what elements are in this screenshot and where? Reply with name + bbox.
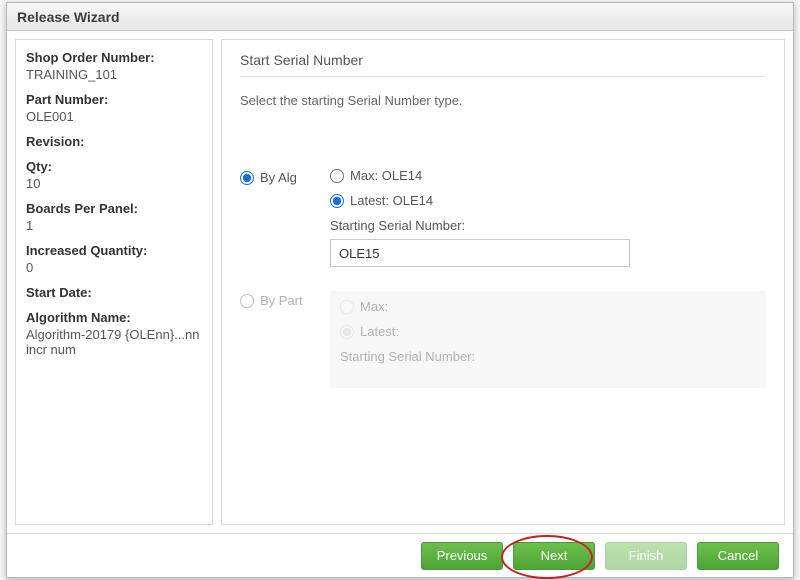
shop-order-number-value: TRAINING_101 <box>26 67 117 82</box>
by-part-radio[interactable] <box>240 294 254 308</box>
step-description: Select the starting Serial Number type. <box>240 93 766 108</box>
release-wizard-dialog: Release Wizard Shop Order Number: TRAINI… <box>6 2 794 578</box>
cancel-button[interactable]: Cancel <box>697 542 779 570</box>
option-by-part-row: By Part Max: Latest: Starting Serial Num… <box>240 291 766 388</box>
by-alg-label: By Alg <box>260 170 297 185</box>
alg-starting-serial-input[interactable] <box>330 239 630 267</box>
part-latest-radio <box>340 325 354 339</box>
option-by-alg-row: By Alg Max: OLE14 Latest: OLE14 Starting… <box>240 168 766 267</box>
algorithm-name-value: Algorithm-20179 {OLEnn}...nn incr num <box>26 327 199 357</box>
alg-max-label: Max: OLE14 <box>350 168 422 183</box>
boards-per-panel-value: 1 <box>26 218 33 233</box>
next-button[interactable]: Next <box>513 542 595 570</box>
by-part-label: By Part <box>260 293 303 308</box>
algorithm-name-label: Algorithm Name: <box>26 310 202 325</box>
step-title: Start Serial Number <box>240 52 766 77</box>
alg-max-radio[interactable] <box>330 169 344 183</box>
dialog-title: Release Wizard <box>7 3 793 31</box>
qty-value: 10 <box>26 176 40 191</box>
part-starting-label: Starting Serial Number: <box>340 349 756 364</box>
part-max-label: Max: <box>360 299 388 314</box>
shop-order-number-label: Shop Order Number: <box>26 50 202 65</box>
revision-label: Revision: <box>26 134 202 149</box>
dialog-footer: Previous Next Finish Cancel <box>7 533 793 577</box>
dialog-body: Shop Order Number: TRAINING_101 Part Num… <box>7 31 793 533</box>
start-date-label: Start Date: <box>26 285 202 300</box>
alg-latest-label: Latest: OLE14 <box>350 193 433 208</box>
qty-label: Qty: <box>26 159 202 174</box>
part-latest-label: Latest: <box>360 324 399 339</box>
finish-button: Finish <box>605 542 687 570</box>
summary-panel: Shop Order Number: TRAINING_101 Part Num… <box>15 39 213 525</box>
boards-per-panel-label: Boards Per Panel: <box>26 201 202 216</box>
alg-latest-radio[interactable] <box>330 194 344 208</box>
previous-button[interactable]: Previous <box>421 542 503 570</box>
part-number-value: OLE001 <box>26 109 74 124</box>
step-panel: Start Serial Number Select the starting … <box>221 39 785 525</box>
by-alg-radio[interactable] <box>240 171 254 185</box>
part-number-label: Part Number: <box>26 92 202 107</box>
alg-starting-label: Starting Serial Number: <box>330 218 766 233</box>
increased-quantity-value: 0 <box>26 260 33 275</box>
part-max-radio <box>340 300 354 314</box>
increased-quantity-label: Increased Quantity: <box>26 243 202 258</box>
